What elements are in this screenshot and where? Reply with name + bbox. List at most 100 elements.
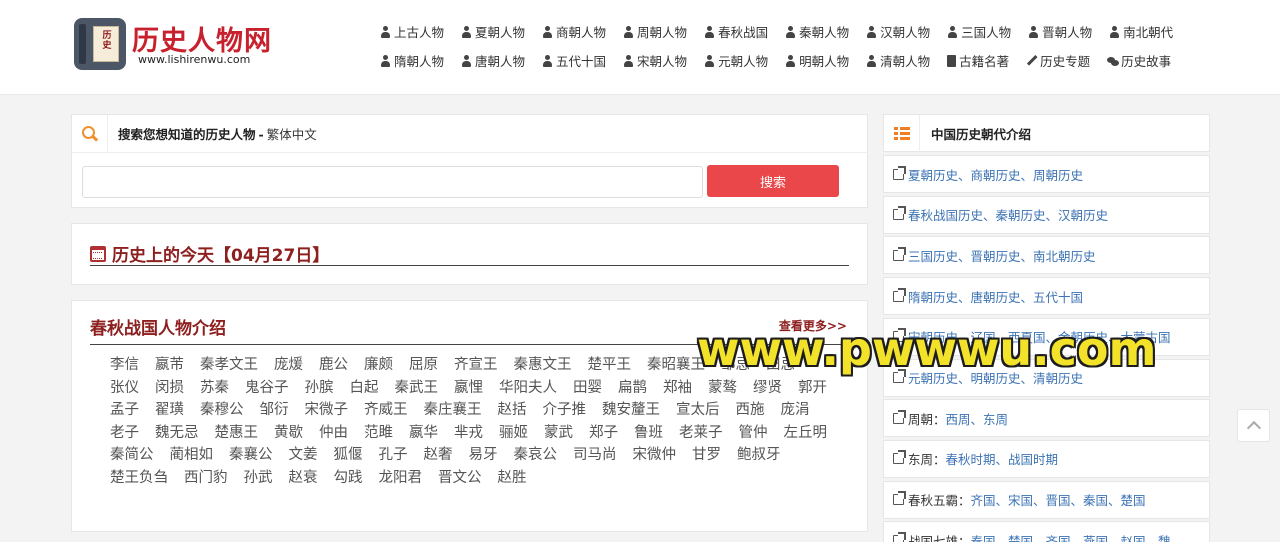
nav-item[interactable]: 夏朝人物 xyxy=(461,22,525,41)
nav-item[interactable]: 周朝人物 xyxy=(623,22,687,41)
person-link[interactable]: 楚平王 xyxy=(588,354,632,377)
sidebar-item[interactable]: 战国七雄： 秦国、楚国、齐国、燕国、赵国、魏 xyxy=(883,521,1210,542)
person-link[interactable]: 赵括 xyxy=(498,399,527,422)
sidebar-item[interactable]: 周朝： 西周、东周 xyxy=(883,399,1210,438)
person-link[interactable]: 秦孝文王 xyxy=(200,354,258,377)
person-link[interactable]: 介子推 xyxy=(543,399,587,422)
person-link[interactable]: 鬼谷子 xyxy=(245,377,289,400)
person-link[interactable]: 华阳夫人 xyxy=(499,377,557,400)
person-link[interactable]: 宋微仲 xyxy=(633,444,677,467)
person-link[interactable]: 苏秦 xyxy=(200,377,229,400)
sidebar-item-links[interactable]: 春秋时期、战国时期 xyxy=(946,449,1059,468)
sidebar-item[interactable]: 夏朝历史、商朝历史、周朝历史 xyxy=(883,155,1210,193)
person-link[interactable]: 蒙骜 xyxy=(708,377,737,400)
site-logo[interactable]: 历史 历史人物网 www.lishirenwu.com xyxy=(74,18,274,72)
person-link[interactable]: 宋微子 xyxy=(305,399,349,422)
person-link[interactable]: 秦庄襄王 xyxy=(424,399,482,422)
person-link[interactable]: 老莱子 xyxy=(679,422,723,445)
nav-item[interactable]: 商朝人物 xyxy=(542,22,606,41)
search-input[interactable] xyxy=(82,166,703,198)
sidebar-item[interactable]: 三国历史、晋朝历史、南北朝历史 xyxy=(883,236,1210,275)
person-link[interactable]: 仲由 xyxy=(319,422,348,445)
nav-item[interactable]: 南北朝代 xyxy=(1109,22,1173,41)
nav-item[interactable]: 晋朝人物 xyxy=(1028,22,1092,41)
person-link[interactable]: 扁鹊 xyxy=(618,377,647,400)
sidebar-item[interactable]: 隋朝历史、唐朝历史、五代十国 xyxy=(883,277,1210,316)
person-link[interactable]: 张仪 xyxy=(110,377,139,400)
person-link[interactable]: 芈戎 xyxy=(454,422,483,445)
person-link[interactable]: 郭开 xyxy=(798,377,827,400)
sidebar-item[interactable]: 春秋战国历史、秦朝历史、汉朝历史 xyxy=(883,195,1210,234)
person-link[interactable]: 嬴悝 xyxy=(454,377,483,400)
person-link[interactable]: 齐宣王 xyxy=(454,354,498,377)
search-button[interactable]: 搜索 xyxy=(707,165,839,197)
person-link[interactable]: 秦简公 xyxy=(110,444,154,467)
person-link[interactable]: 狐偃 xyxy=(334,444,363,467)
person-link[interactable]: 左丘明 xyxy=(784,422,828,445)
sidebar-item[interactable]: 东周： 春秋时期、战国时期 xyxy=(883,439,1210,478)
person-link[interactable]: 晋文公 xyxy=(438,467,482,490)
nav-item[interactable]: 唐朝人物 xyxy=(461,51,525,70)
nav-item[interactable]: 清朝人物 xyxy=(866,51,930,70)
nav-item[interactable]: 历史专题 xyxy=(1026,51,1090,70)
person-link[interactable]: 孔子 xyxy=(379,444,408,467)
person-link[interactable]: 易牙 xyxy=(469,444,498,467)
sidebar-item-links[interactable]: 秦国、楚国、齐国、燕国、赵国、魏 xyxy=(971,531,1171,542)
nav-item[interactable]: 历史故事 xyxy=(1107,51,1171,70)
person-link[interactable]: 甘罗 xyxy=(692,444,721,467)
person-link[interactable]: 魏安釐王 xyxy=(602,399,660,422)
person-link[interactable]: 秦武王 xyxy=(395,377,439,400)
person-link[interactable]: 田婴 xyxy=(573,377,602,400)
person-link[interactable]: 赵胜 xyxy=(498,467,527,490)
person-link[interactable]: 老子 xyxy=(110,422,139,445)
person-link[interactable]: 秦穆公 xyxy=(200,399,244,422)
person-link[interactable]: 龙阳君 xyxy=(379,467,423,490)
nav-item[interactable]: 宋朝人物 xyxy=(623,51,687,70)
person-link[interactable]: 秦哀公 xyxy=(514,444,558,467)
person-link[interactable]: 闵损 xyxy=(155,377,184,400)
person-link[interactable]: 翟璜 xyxy=(155,399,184,422)
person-link[interactable]: 赵衰 xyxy=(289,467,318,490)
person-link[interactable]: 黄歇 xyxy=(274,422,303,445)
person-link[interactable]: 蒙武 xyxy=(544,422,573,445)
person-link[interactable]: 嬴华 xyxy=(409,422,438,445)
person-link[interactable]: 屈原 xyxy=(409,354,438,377)
person-link[interactable]: 蔺相如 xyxy=(170,444,214,467)
person-link[interactable]: 缪贤 xyxy=(753,377,782,400)
person-link[interactable]: 楚王负刍 xyxy=(110,467,168,490)
nav-item[interactable]: 上古人物 xyxy=(380,22,444,41)
person-link[interactable]: 孙武 xyxy=(244,467,273,490)
person-link[interactable]: 庞煖 xyxy=(274,354,303,377)
person-link[interactable]: 楚惠王 xyxy=(215,422,259,445)
person-link[interactable]: 秦惠文王 xyxy=(514,354,572,377)
person-link[interactable]: 管仲 xyxy=(739,422,768,445)
person-link[interactable]: 西门豹 xyxy=(184,467,228,490)
nav-item[interactable]: 元朝人物 xyxy=(704,51,768,70)
person-link[interactable]: 骊姬 xyxy=(499,422,528,445)
sidebar-item-links[interactable]: 隋朝历史、唐朝历史、五代十国 xyxy=(908,287,1083,306)
nav-item[interactable]: 三国人物 xyxy=(947,22,1011,41)
person-link[interactable]: 文姜 xyxy=(289,444,318,467)
sidebar-item-links[interactable]: 夏朝历史、商朝历史、周朝历史 xyxy=(908,165,1083,184)
traditional-chinese-link[interactable]: 繁体中文 xyxy=(267,127,317,142)
person-link[interactable]: 白起 xyxy=(350,377,379,400)
person-link[interactable]: 郑子 xyxy=(589,422,618,445)
person-link[interactable]: 鲁班 xyxy=(634,422,663,445)
nav-item[interactable]: 春秋战国 xyxy=(704,22,768,41)
person-link[interactable]: 李信 xyxy=(110,354,139,377)
person-link[interactable]: 孟子 xyxy=(110,399,139,422)
person-link[interactable]: 司马尚 xyxy=(573,444,617,467)
sidebar-item-links[interactable]: 三国历史、晋朝历史、南北朝历史 xyxy=(908,246,1096,265)
sidebar-item-links[interactable]: 齐国、宋国、晋国、秦国、楚国 xyxy=(971,490,1146,509)
nav-item[interactable]: 汉朝人物 xyxy=(866,22,930,41)
person-link[interactable]: 鹿公 xyxy=(319,354,348,377)
person-link[interactable]: 嬴芾 xyxy=(155,354,184,377)
nav-item[interactable]: 秦朝人物 xyxy=(785,22,849,41)
person-link[interactable]: 秦襄公 xyxy=(229,444,273,467)
person-link[interactable]: 孙膑 xyxy=(305,377,334,400)
nav-item[interactable]: 五代十国 xyxy=(542,51,606,70)
person-link[interactable]: 魏无忌 xyxy=(155,422,199,445)
person-link[interactable]: 齐威王 xyxy=(364,399,408,422)
sidebar-item-links[interactable]: 春秋战国历史、秦朝历史、汉朝历史 xyxy=(908,205,1108,224)
nav-item[interactable]: 隋朝人物 xyxy=(380,51,444,70)
